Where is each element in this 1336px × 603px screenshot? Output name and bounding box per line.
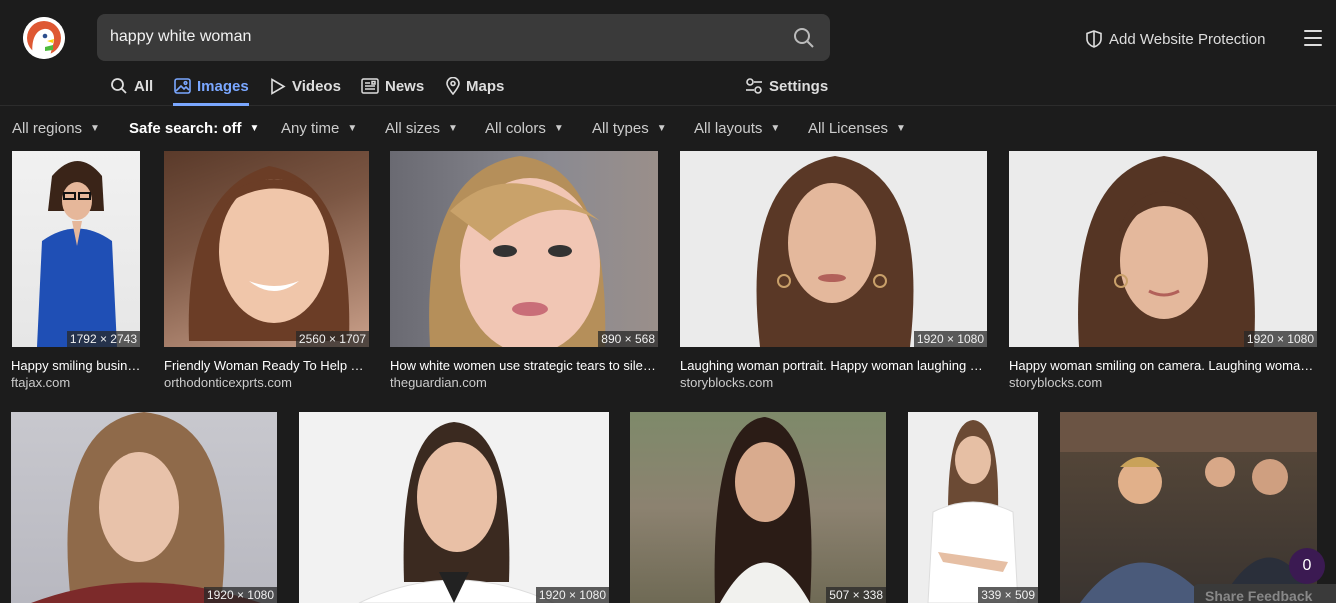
filter-layouts[interactable]: All layouts ▼ <box>694 120 780 137</box>
result-source: storyblocks.com <box>680 375 774 390</box>
play-icon <box>271 77 286 95</box>
sliders-icon <box>746 78 762 94</box>
caret-down-icon: ▼ <box>553 123 564 134</box>
filter-regions[interactable]: All regions ▼ <box>12 120 100 137</box>
duckduckgo-logo[interactable] <box>23 17 65 59</box>
image-result-thumbnail[interactable]: 2560 × 1707 <box>164 151 369 347</box>
image-result-thumbnail[interactable]: 1920 × 1080 <box>680 151 987 347</box>
tab-videos-label: Videos <box>292 77 341 95</box>
share-feedback-button[interactable]: Share Feedback <box>1194 584 1336 603</box>
image-result-thumbnail[interactable]: 507 × 338 <box>630 412 886 603</box>
caret-down-icon: ▼ <box>656 123 667 134</box>
caret-down-icon: ▼ <box>249 123 260 134</box>
image-result-thumbnail[interactable]: 1920 × 1080 <box>299 412 609 603</box>
tab-settings-label: Settings <box>769 77 829 95</box>
result-source: ftajax.com <box>11 375 71 390</box>
image-size-label: 1920 × 1080 <box>535 587 609 603</box>
image-icon <box>174 78 191 94</box>
protection-label: Add Website Protection <box>1109 30 1266 48</box>
tab-all-label: All <box>134 77 154 95</box>
result-title[interactable]: Happy smiling business woman <box>11 358 143 373</box>
search-input[interactable]: happy white woman <box>110 28 251 46</box>
image-size-label: 1920 × 1080 <box>1243 331 1317 347</box>
image-result-thumbnail[interactable]: 890 × 568 <box>390 151 658 347</box>
image-size-label: 507 × 338 <box>826 587 886 603</box>
result-source: storyblocks.com <box>1009 375 1103 390</box>
caret-down-icon: ▼ <box>347 123 358 134</box>
image-result-thumbnail[interactable]: 1920 × 1080 <box>11 412 277 603</box>
caret-down-icon: ▼ <box>448 123 458 134</box>
filter-safe-search[interactable]: Safe search: off ▼ <box>129 120 259 137</box>
newspaper-icon <box>361 78 379 94</box>
image-result-thumbnail[interactable]: 1792 × 2743 <box>12 151 140 347</box>
image-result-thumbnail[interactable]: 1920 × 1080 <box>1009 151 1317 347</box>
caret-down-icon: ▼ <box>90 123 100 134</box>
tab-news[interactable]: News <box>361 76 424 96</box>
result-title[interactable]: How white women use strategic tears to s… <box>390 358 658 373</box>
tab-all[interactable]: All <box>110 76 153 96</box>
tab-maps[interactable]: Maps <box>446 76 504 96</box>
tab-news-label: News <box>385 77 425 95</box>
tab-images-label: Images <box>197 77 249 95</box>
image-size-label: 1792 × 2743 <box>66 331 140 347</box>
tab-settings[interactable]: Settings <box>745 76 828 96</box>
hamburger-menu-icon[interactable] <box>1304 30 1322 46</box>
add-website-protection-button[interactable]: Add Website Protection <box>1086 29 1265 49</box>
search-icon <box>111 78 127 94</box>
filter-sizes[interactable]: All sizes ▼ <box>385 120 458 137</box>
filter-time[interactable]: Any time ▼ <box>281 120 357 137</box>
search-icon[interactable] <box>792 26 816 50</box>
search-box[interactable]: happy white woman <box>97 14 830 61</box>
shield-icon <box>1086 30 1102 48</box>
tab-images[interactable]: Images <box>174 76 249 96</box>
image-size-label: 2560 × 1707 <box>295 331 369 347</box>
image-size-label: 339 × 509 <box>978 587 1038 603</box>
filter-colors[interactable]: All colors ▼ <box>485 120 564 137</box>
image-size-label: 1920 × 1080 <box>203 587 277 603</box>
map-pin-icon <box>446 77 460 95</box>
active-tab-indicator <box>173 103 249 106</box>
image-size-label: 1920 × 1080 <box>913 331 987 347</box>
tab-videos[interactable]: Videos <box>270 76 341 96</box>
image-result-thumbnail[interactable]: 339 × 509 <box>908 412 1038 603</box>
top-bar: happy white woman Add Website Protection… <box>0 0 1336 106</box>
result-title[interactable]: Friendly Woman Ready To Help You <box>164 358 369 373</box>
image-result-thumbnail[interactable] <box>1060 412 1317 603</box>
result-source: theguardian.com <box>390 375 487 390</box>
caret-down-icon: ▼ <box>896 123 906 134</box>
filter-bar: All regions ▼ Safe search: off ▼ Any time ▼… <box>0 107 1336 149</box>
filter-types[interactable]: All types ▼ <box>592 120 667 137</box>
tab-maps-label: Maps <box>466 77 505 95</box>
caret-down-icon: ▼ <box>770 123 781 134</box>
notification-badge[interactable]: 0 <box>1289 548 1325 584</box>
result-title[interactable]: Laughing woman portrait. Happy woman lau… <box>680 358 987 373</box>
result-title[interactable]: Happy woman smiling on camera. Laughing … <box>1009 358 1317 373</box>
result-source: orthodonticexprts.com <box>164 375 292 390</box>
filter-licenses[interactable]: All Licenses ▼ <box>808 120 906 137</box>
image-size-label: 890 × 568 <box>598 331 658 347</box>
